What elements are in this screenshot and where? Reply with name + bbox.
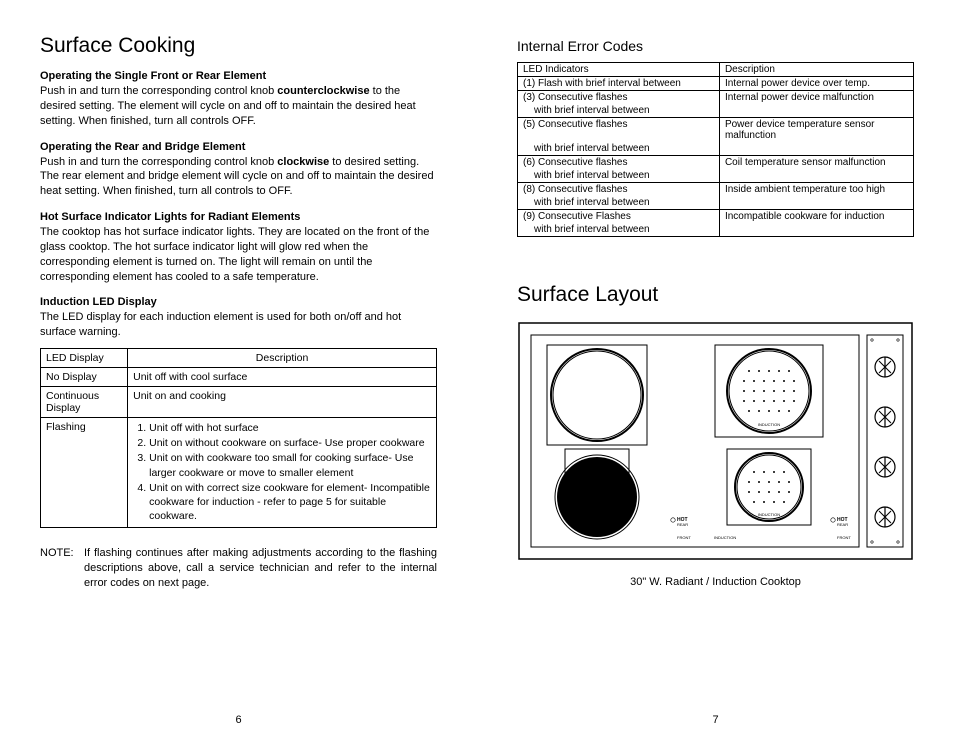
page-number-left: 6 xyxy=(0,714,477,726)
th-led-indicators: LED Indicators xyxy=(518,63,720,77)
svg-text:REAR: REAR xyxy=(677,522,688,527)
svg-text:FRONT: FRONT xyxy=(677,535,691,540)
page-number-right: 7 xyxy=(477,714,954,726)
error-codes-table: LED Indicators Description (1) Flash wit… xyxy=(517,62,914,237)
td-flashing-desc: Unit off with hot surface Unit on withou… xyxy=(128,418,437,528)
subhead-led: Induction LED Display xyxy=(40,296,437,308)
diagram-caption: 30" W. Radiant / Induction Cooktop xyxy=(517,576,914,588)
subhead-hot-surface: Hot Surface Indicator Lights for Radiant… xyxy=(40,211,437,223)
page-title: Surface Cooking xyxy=(40,34,437,58)
svg-text:INDUCTION: INDUCTION xyxy=(758,422,780,427)
th-err-description: Description xyxy=(719,63,913,77)
subhead-single-element: Operating the Single Front or Rear Eleme… xyxy=(40,70,437,82)
note: NOTE: If flashing continues after making… xyxy=(40,546,437,591)
right-page: Internal Error Codes LED Indicators Desc… xyxy=(477,0,954,738)
td-no-display: No Display xyxy=(41,368,128,387)
surface-layout-title: Surface Layout xyxy=(517,283,914,307)
para-bridge-element: Push in and turn the corresponding contr… xyxy=(40,155,437,200)
svg-text:FRONT: FRONT xyxy=(837,535,851,540)
led-display-table: LED Display Description No Display Unit … xyxy=(40,348,437,528)
cooktop-diagram: INDUCTION INDUCTION HOT REAR FRONT HOT xyxy=(517,321,914,588)
para-single-element: Push in and turn the corresponding contr… xyxy=(40,84,437,129)
note-label: NOTE: xyxy=(40,546,84,591)
para-hot-surface: The cooktop has hot surface indicator li… xyxy=(40,225,437,284)
left-page: Surface Cooking Operating the Single Fro… xyxy=(0,0,477,738)
svg-text:INDUCTION: INDUCTION xyxy=(714,535,736,540)
td-continuous: Continuous Display xyxy=(41,387,128,418)
subhead-bridge-element: Operating the Rear and Bridge Element xyxy=(40,141,437,153)
td-flashing: Flashing xyxy=(41,418,128,528)
svg-text:REAR: REAR xyxy=(837,522,848,527)
svg-text:INDUCTION: INDUCTION xyxy=(758,512,780,517)
para-led: The LED display for each induction eleme… xyxy=(40,310,437,340)
th-description: Description xyxy=(128,349,437,368)
td-no-display-desc: Unit off with cool surface xyxy=(128,368,437,387)
th-led-display: LED Display xyxy=(41,349,128,368)
error-codes-title: Internal Error Codes xyxy=(517,38,914,54)
note-text: If flashing continues after making adjus… xyxy=(84,546,437,591)
td-continuous-desc: Unit on and cooking xyxy=(128,387,437,418)
